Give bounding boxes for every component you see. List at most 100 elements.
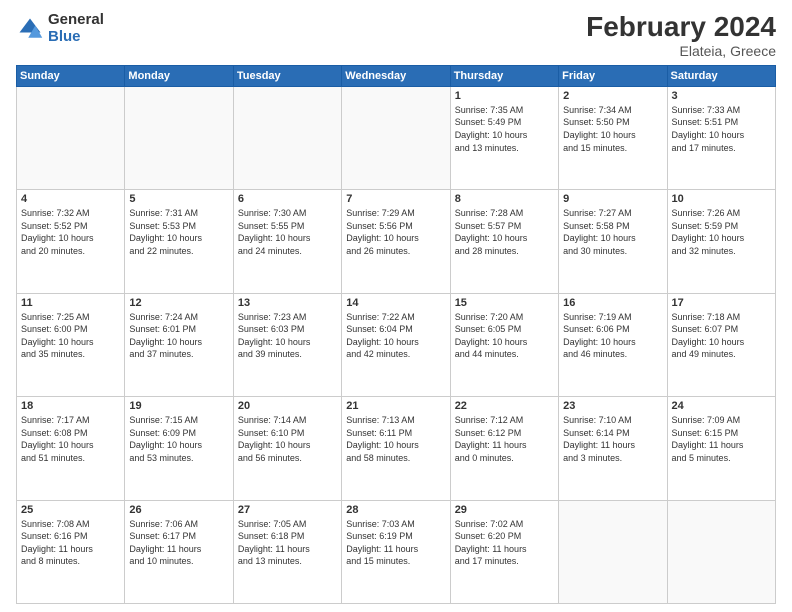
week-row-1: 4 Sunrise: 7:32 AM Sunset: 5:52 PM Daylig… bbox=[17, 190, 776, 293]
calendar-cell bbox=[342, 86, 450, 189]
day-number: 23 bbox=[563, 400, 662, 412]
calendar-cell: 2 Sunrise: 7:34 AM Sunset: 5:50 PM Daylig… bbox=[559, 86, 667, 189]
day-info: Sunrise: 7:20 AM Sunset: 6:05 PM Dayligh… bbox=[455, 311, 554, 361]
calendar-cell: 10 Sunrise: 7:26 AM Sunset: 5:59 PM Dayli… bbox=[667, 190, 775, 293]
weekday-thursday: Thursday bbox=[450, 65, 558, 86]
logo-line2: Blue bbox=[48, 29, 104, 46]
day-info: Sunrise: 7:33 AM Sunset: 5:51 PM Dayligh… bbox=[672, 104, 771, 154]
day-number: 24 bbox=[672, 400, 771, 412]
day-info: Sunrise: 7:12 AM Sunset: 6:12 PM Dayligh… bbox=[455, 414, 554, 464]
calendar-cell: 20Sunrise: 7:14 AM Sunset: 6:10 PM Dayli… bbox=[233, 397, 341, 500]
day-info: Sunrise: 7:18 AM Sunset: 6:07 PM Dayligh… bbox=[672, 311, 771, 361]
weekday-monday: Monday bbox=[125, 65, 233, 86]
calendar-cell: 21Sunrise: 7:13 AM Sunset: 6:11 PM Dayli… bbox=[342, 397, 450, 500]
calendar-cell: 29Sunrise: 7:02 AM Sunset: 6:20 PM Dayli… bbox=[450, 500, 558, 603]
week-row-4: 25 Sunrise: 7:08 AM Sunset: 6:16 PM Dayli… bbox=[17, 500, 776, 603]
calendar-cell: 27 Sunrise: 7:05 AM Sunset: 6:18 PM Dayli… bbox=[233, 500, 341, 603]
calendar-cell: 9 Sunrise: 7:27 AM Sunset: 5:58 PM Daylig… bbox=[559, 190, 667, 293]
day-info: Sunrise: 7:26 AM Sunset: 5:59 PM Dayligh… bbox=[672, 207, 771, 257]
day-number: 13 bbox=[238, 297, 337, 309]
logo-text: General Blue bbox=[48, 12, 104, 45]
day-number: 4 bbox=[21, 193, 120, 205]
weekday-sunday: Sunday bbox=[17, 65, 125, 86]
day-info: Sunrise: 7:31 AM Sunset: 5:53 PM Dayligh… bbox=[129, 207, 228, 257]
day-number: 26 bbox=[129, 504, 228, 516]
day-number: 21 bbox=[346, 400, 445, 412]
day-info: Sunrise: 7:27 AM Sunset: 5:58 PM Dayligh… bbox=[563, 207, 662, 257]
day-number: 11 bbox=[21, 297, 120, 309]
day-number: 22 bbox=[455, 400, 554, 412]
calendar-cell: 22 Sunrise: 7:12 AM Sunset: 6:12 PM Dayli… bbox=[450, 397, 558, 500]
day-info: Sunrise: 7:32 AM Sunset: 5:52 PM Dayligh… bbox=[21, 207, 120, 257]
calendar-cell bbox=[559, 500, 667, 603]
day-info: Sunrise: 7:29 AM Sunset: 5:56 PM Dayligh… bbox=[346, 207, 445, 257]
day-number: 18 bbox=[21, 400, 120, 412]
weekday-friday: Friday bbox=[559, 65, 667, 86]
day-number: 19 bbox=[129, 400, 228, 412]
page: General Blue February 2024 Elateia, Gree… bbox=[0, 0, 792, 612]
calendar-cell: 14Sunrise: 7:22 AM Sunset: 6:04 PM Dayli… bbox=[342, 293, 450, 396]
week-row-0: 1 Sunrise: 7:35 AM Sunset: 5:49 PM Daylig… bbox=[17, 86, 776, 189]
calendar-cell bbox=[17, 86, 125, 189]
calendar-cell: 12Sunrise: 7:24 AM Sunset: 6:01 PM Dayli… bbox=[125, 293, 233, 396]
calendar-cell: 3 Sunrise: 7:33 AM Sunset: 5:51 PM Daylig… bbox=[667, 86, 775, 189]
calendar-subtitle: Elateia, Greece bbox=[586, 43, 776, 59]
calendar-cell: 28 Sunrise: 7:03 AM Sunset: 6:19 PM Dayli… bbox=[342, 500, 450, 603]
day-info: Sunrise: 7:34 AM Sunset: 5:50 PM Dayligh… bbox=[563, 104, 662, 154]
calendar-cell: 8 Sunrise: 7:28 AM Sunset: 5:57 PM Daylig… bbox=[450, 190, 558, 293]
day-info: Sunrise: 7:15 AM Sunset: 6:09 PM Dayligh… bbox=[129, 414, 228, 464]
day-number: 17 bbox=[672, 297, 771, 309]
weekday-saturday: Saturday bbox=[667, 65, 775, 86]
calendar-cell: 23 Sunrise: 7:10 AM Sunset: 6:14 PM Dayli… bbox=[559, 397, 667, 500]
day-number: 5 bbox=[129, 193, 228, 205]
logo: General Blue bbox=[16, 12, 104, 45]
day-info: Sunrise: 7:14 AM Sunset: 6:10 PM Dayligh… bbox=[238, 414, 337, 464]
calendar-cell: 1 Sunrise: 7:35 AM Sunset: 5:49 PM Daylig… bbox=[450, 86, 558, 189]
calendar-cell: 7Sunrise: 7:29 AM Sunset: 5:56 PM Daylig… bbox=[342, 190, 450, 293]
title-block: February 2024 Elateia, Greece bbox=[586, 12, 776, 59]
day-info: Sunrise: 7:17 AM Sunset: 6:08 PM Dayligh… bbox=[21, 414, 120, 464]
week-row-2: 11 Sunrise: 7:25 AM Sunset: 6:00 PM Dayli… bbox=[17, 293, 776, 396]
day-info: Sunrise: 7:05 AM Sunset: 6:18 PM Dayligh… bbox=[238, 518, 337, 568]
day-info: Sunrise: 7:09 AM Sunset: 6:15 PM Dayligh… bbox=[672, 414, 771, 464]
day-number: 29 bbox=[455, 504, 554, 516]
day-number: 2 bbox=[563, 90, 662, 102]
calendar-table: SundayMondayTuesdayWednesdayThursdayFrid… bbox=[16, 65, 776, 604]
day-number: 9 bbox=[563, 193, 662, 205]
calendar-body: 1 Sunrise: 7:35 AM Sunset: 5:49 PM Daylig… bbox=[17, 86, 776, 603]
calendar-cell: 5 Sunrise: 7:31 AM Sunset: 5:53 PM Daylig… bbox=[125, 190, 233, 293]
day-number: 6 bbox=[238, 193, 337, 205]
day-info: Sunrise: 7:19 AM Sunset: 6:06 PM Dayligh… bbox=[563, 311, 662, 361]
calendar-cell: 6Sunrise: 7:30 AM Sunset: 5:55 PM Daylig… bbox=[233, 190, 341, 293]
day-info: Sunrise: 7:08 AM Sunset: 6:16 PM Dayligh… bbox=[21, 518, 120, 568]
calendar-cell bbox=[233, 86, 341, 189]
day-info: Sunrise: 7:03 AM Sunset: 6:19 PM Dayligh… bbox=[346, 518, 445, 568]
day-info: Sunrise: 7:35 AM Sunset: 5:49 PM Dayligh… bbox=[455, 104, 554, 154]
calendar-cell: 18 Sunrise: 7:17 AM Sunset: 6:08 PM Dayli… bbox=[17, 397, 125, 500]
day-number: 12 bbox=[129, 297, 228, 309]
weekday-row: SundayMondayTuesdayWednesdayThursdayFrid… bbox=[17, 65, 776, 86]
header: General Blue February 2024 Elateia, Gree… bbox=[16, 12, 776, 59]
day-number: 10 bbox=[672, 193, 771, 205]
day-info: Sunrise: 7:22 AM Sunset: 6:04 PM Dayligh… bbox=[346, 311, 445, 361]
day-number: 3 bbox=[672, 90, 771, 102]
calendar-cell bbox=[667, 500, 775, 603]
day-info: Sunrise: 7:10 AM Sunset: 6:14 PM Dayligh… bbox=[563, 414, 662, 464]
day-info: Sunrise: 7:25 AM Sunset: 6:00 PM Dayligh… bbox=[21, 311, 120, 361]
day-number: 8 bbox=[455, 193, 554, 205]
day-number: 16 bbox=[563, 297, 662, 309]
calendar-cell: 25 Sunrise: 7:08 AM Sunset: 6:16 PM Dayli… bbox=[17, 500, 125, 603]
calendar-cell: 13 Sunrise: 7:23 AM Sunset: 6:03 PM Dayli… bbox=[233, 293, 341, 396]
calendar-title: February 2024 bbox=[586, 12, 776, 43]
calendar-cell: 26Sunrise: 7:06 AM Sunset: 6:17 PM Dayli… bbox=[125, 500, 233, 603]
day-info: Sunrise: 7:28 AM Sunset: 5:57 PM Dayligh… bbox=[455, 207, 554, 257]
day-number: 15 bbox=[455, 297, 554, 309]
calendar-cell: 11 Sunrise: 7:25 AM Sunset: 6:00 PM Dayli… bbox=[17, 293, 125, 396]
day-number: 27 bbox=[238, 504, 337, 516]
day-number: 25 bbox=[21, 504, 120, 516]
day-number: 1 bbox=[455, 90, 554, 102]
calendar-header: SundayMondayTuesdayWednesdayThursdayFrid… bbox=[17, 65, 776, 86]
day-number: 28 bbox=[346, 504, 445, 516]
calendar-cell: 16 Sunrise: 7:19 AM Sunset: 6:06 PM Dayli… bbox=[559, 293, 667, 396]
day-info: Sunrise: 7:23 AM Sunset: 6:03 PM Dayligh… bbox=[238, 311, 337, 361]
